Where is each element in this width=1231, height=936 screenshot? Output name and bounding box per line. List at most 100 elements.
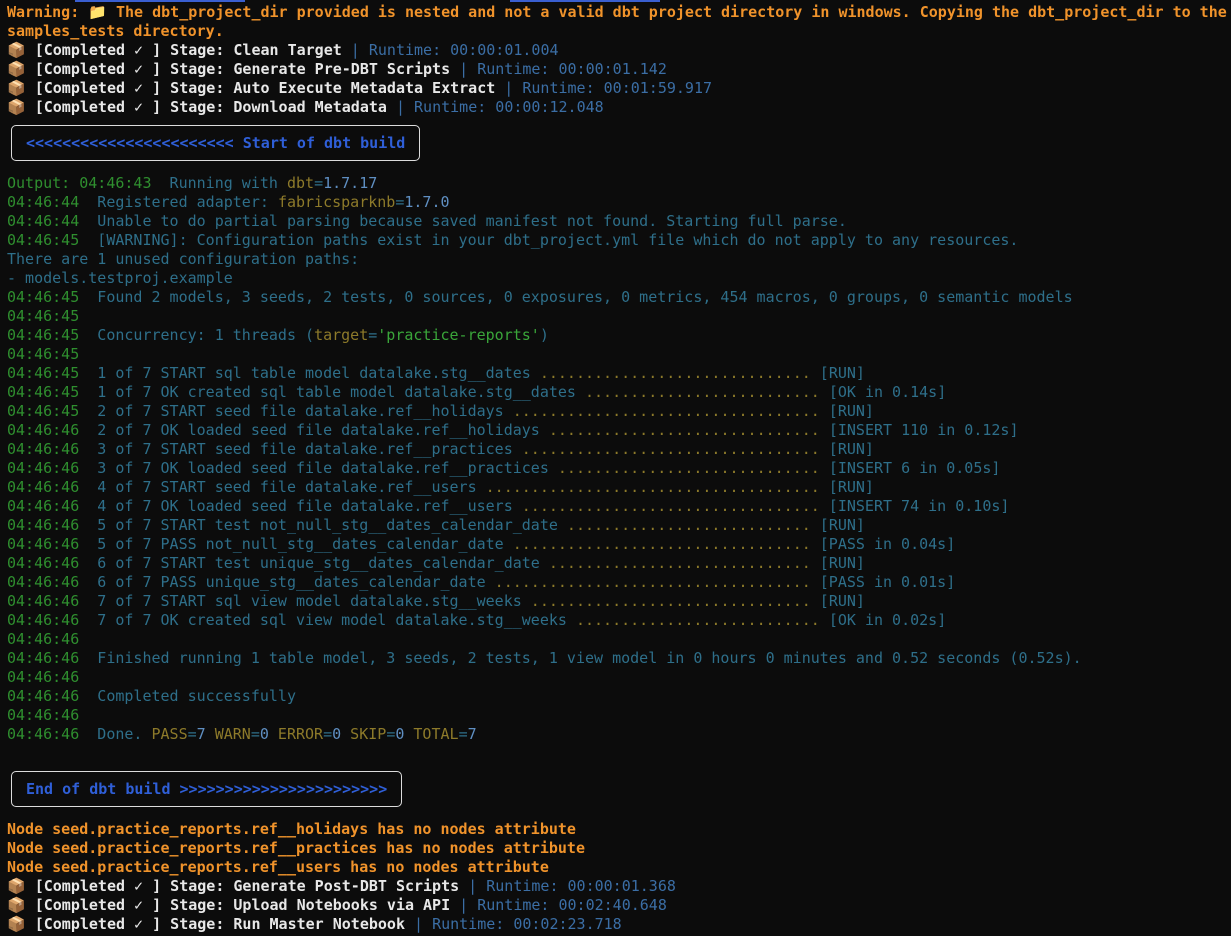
step-status: [INSERT 74 in 0.10s] [819, 497, 1010, 515]
step-text: 4 of 7 OK loaded seed file datalake.ref_… [79, 497, 522, 515]
finished-text: Finished running 1 table model, 3 seeds,… [79, 649, 1082, 667]
step-dots: .............................. [539, 364, 811, 382]
stage-runtime: Runtime: 00:01:59.917 [522, 79, 713, 97]
warn-key: WARN [205, 725, 251, 743]
log-key: target [314, 326, 369, 344]
end-build-banner: End of dbt build >>>>>>>>>>>>>>>>>>>>>>> [11, 771, 403, 807]
timestamp: 04:46:45 [7, 364, 80, 382]
timestamp: 04:46:46 [7, 459, 80, 477]
log-line: 04:46:44 Registered adapter: fabricspark… [7, 193, 450, 212]
step-status: [PASS in 0.01s] [810, 573, 956, 591]
stage-separator: | [495, 79, 523, 97]
log-text: ) [539, 326, 549, 344]
completed-line: 04:46:46 Completed successfully [7, 687, 296, 706]
step-status: [PASS in 0.04s] [810, 535, 956, 553]
timestamp: 04:46:45 [7, 231, 80, 249]
node-warning: Node seed.practice_reports.ref__practice… [7, 839, 585, 857]
stage-line: 📦 [Completed ✓ ] Stage: Clean Target | R… [7, 41, 559, 60]
step-text: 6 of 7 PASS unique_stg__dates_calendar_d… [79, 573, 495, 591]
stage-runtime: Runtime: 00:00:01.004 [368, 41, 559, 59]
log-line: 04:46:46 [7, 630, 79, 649]
step-text: 2 of 7 START seed file datalake.ref__hol… [79, 402, 513, 420]
stage-separator: | [404, 915, 433, 933]
step-line: 04:46:46 7 of 7 OK created sql view mode… [7, 611, 946, 630]
step-dots: ................................. [521, 440, 820, 458]
step-status: [RUN] [810, 364, 865, 382]
warn-value: 0 [259, 725, 269, 743]
log-line: 04:46:46 [7, 668, 79, 687]
stage-separator: | [450, 60, 478, 78]
step-dots: ................................. [512, 535, 811, 553]
terminal-output[interactable]: Warning: 📁 The dbt_project_dir provided … [0, 0, 1231, 936]
log-text: Found 2 models, 3 seeds, 2 tests, 0 sour… [79, 288, 1073, 306]
step-status: [RUN] [819, 402, 874, 420]
log-value: 1.7.0 [404, 193, 450, 211]
step-line: 04:46:46 2 of 7 OK loaded seed file data… [7, 421, 1018, 440]
step-status: [OK in 0.14s] [819, 383, 947, 401]
stage-runtime: Runtime: 00:00:12.048 [414, 98, 604, 116]
total-key: TOTAL [404, 725, 459, 743]
eq: = [323, 725, 333, 743]
step-line: 04:46:46 5 of 7 START test not_null_stg_… [7, 516, 865, 535]
timestamp: 04:46:44 [7, 193, 80, 211]
timestamp: 04:46:46 [7, 725, 80, 743]
error-value: 0 [332, 725, 342, 743]
top-accent-bar [510, 0, 660, 2]
step-line: 04:46:46 6 of 7 START test unique_stg__d… [7, 554, 865, 573]
node-warning: Node seed.practice_reports.ref__users ha… [7, 858, 549, 876]
step-line: 04:46:45 1 of 7 START sql table model da… [7, 364, 865, 383]
stage-runtime: Runtime: 00:02:23.718 [432, 915, 622, 933]
log-text: Registered adapter: [79, 193, 278, 211]
timestamp: 04:46:45 [7, 288, 80, 306]
stage-runtime: Runtime: 00:00:01.368 [486, 877, 676, 895]
step-dots: ............................. [548, 554, 811, 572]
step-text: 4 of 7 START seed file datalake.ref__use… [79, 478, 486, 496]
error-key: ERROR [268, 725, 324, 743]
log-text: Concurrency: 1 threads ( [79, 326, 315, 344]
log-eq: = [368, 326, 378, 344]
stage-runtime: Runtime: 00:02:40.648 [477, 896, 667, 914]
step-line: 04:46:46 6 of 7 PASS unique_stg__dates_c… [7, 573, 955, 592]
step-dots: ............................. [557, 459, 820, 477]
step-dots: ........................... [575, 611, 820, 629]
timestamp: 04:46:46 [7, 497, 80, 515]
step-text: 3 of 7 START seed file datalake.ref__pra… [79, 440, 522, 458]
timestamp: 04:46:45 [7, 307, 80, 325]
step-dots: ........................... [566, 516, 811, 534]
stage-line: 📦 [Completed ✓ ] Stage: Auto Execute Met… [7, 79, 712, 98]
done-line: 04:46:46 Done. PASS=7 WARN=0 ERROR=0 SKI… [7, 725, 477, 744]
step-dots: ............................... [530, 592, 811, 610]
timestamp: 04:46:45 [7, 402, 80, 420]
step-text: 5 of 7 START test not_null_stg__dates_ca… [79, 516, 567, 534]
node-warning: Node seed.practice_reports.ref__holidays… [7, 820, 576, 838]
warning-line: Warning: 📁 The dbt_project_dir provided … [7, 3, 1227, 21]
log-key: dbt [286, 174, 315, 192]
timestamp: 04:46:46 [7, 440, 80, 458]
timestamp: 04:46:46 [7, 668, 80, 686]
start-build-banner: <<<<<<<<<<<<<<<<<<<<<<< Start of dbt bui… [11, 125, 421, 161]
pass-key: PASS [151, 725, 188, 743]
log-line: 04:46:46 [7, 706, 79, 725]
stage-separator: | [386, 98, 415, 116]
log-line: - models.testproj.example [7, 269, 233, 287]
step-dots: ................................. [521, 497, 820, 515]
step-status: [RUN] [819, 440, 874, 458]
total-value: 7 [467, 725, 477, 743]
done-text: Done. [79, 725, 152, 743]
stage-separator: | [341, 41, 369, 59]
finished-line: 04:46:46 Finished running 1 table model,… [7, 649, 1082, 668]
timestamp: 04:46:46 [7, 687, 80, 705]
timestamp: 04:46:46 [7, 421, 80, 439]
step-dots: .............................. [548, 421, 820, 439]
step-line: 04:46:46 3 of 7 OK loaded seed file data… [7, 459, 1000, 478]
step-line: 04:46:46 5 of 7 PASS not_null_stg__dates… [7, 535, 955, 554]
step-status: [INSERT 110 in 0.12s] [819, 421, 1019, 439]
stage-label: 📦 [Completed ✓ ] Stage: Generate Post-DB… [7, 877, 460, 895]
log-value: 1.7.17 [323, 174, 378, 192]
stage-line: 📦 [Completed ✓ ] Stage: Upload Notebooks… [7, 896, 667, 915]
step-line: 04:46:46 4 of 7 START seed file datalake… [7, 478, 874, 497]
timestamp: 04:46:43 [79, 174, 152, 192]
stage-line: 📦 [Completed ✓ ] Stage: Run Master Noteb… [7, 915, 622, 934]
log-line: 04:46:45 Found 2 models, 3 seeds, 2 test… [7, 288, 1073, 307]
timestamp: 04:46:46 [7, 573, 80, 591]
